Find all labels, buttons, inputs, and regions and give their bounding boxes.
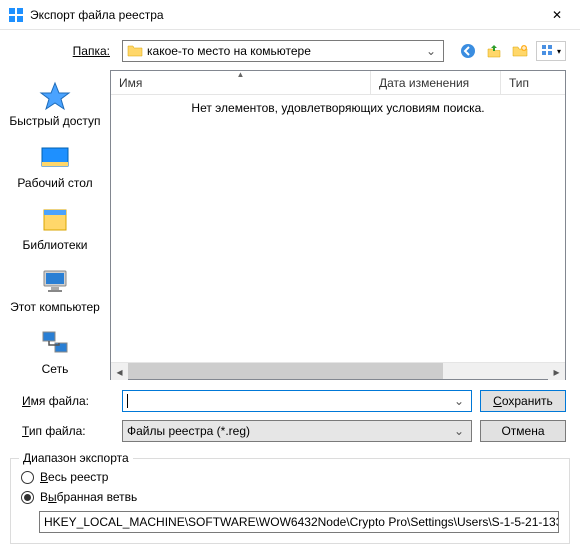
chevron-down-icon: ▾ <box>557 47 561 56</box>
titlebar: Экспорт файла реестра ✕ <box>0 0 580 30</box>
folder-icon <box>127 43 143 59</box>
libraries-icon <box>39 204 71 236</box>
window-title: Экспорт файла реестра <box>30 8 534 22</box>
place-label: Рабочий стол <box>17 176 92 190</box>
empty-message: Нет элементов, удовлетворяющих условиям … <box>191 101 484 115</box>
export-range-group: Диапазон экспорта Весь реестр Выбранная … <box>10 458 570 544</box>
filename-input[interactable]: ⌄ <box>122 390 472 412</box>
filetype-row: Тип файла: Файлы реестра (*.reg) ⌄ Отмен… <box>14 416 566 446</box>
branch-path-value: HKEY_LOCAL_MACHINE\SOFTWARE\WOW6432Node\… <box>44 515 559 529</box>
chevron-down-icon: ⌄ <box>451 394 467 408</box>
file-list-header: Имя ▲ Дата изменения Тип <box>111 71 565 95</box>
branch-path-input[interactable]: HKEY_LOCAL_MACHINE\SOFTWARE\WOW6432Node\… <box>39 511 559 533</box>
place-network[interactable]: Сеть <box>0 322 110 382</box>
place-libraries[interactable]: Библиотеки <box>0 198 110 258</box>
horizontal-scrollbar[interactable]: ◂ ▸ <box>111 362 565 379</box>
folder-label: Папка: <box>14 44 114 58</box>
place-quick-access[interactable]: Быстрый доступ <box>0 74 110 134</box>
place-label: Быстрый доступ <box>9 114 100 128</box>
place-label: Библиотеки <box>22 238 87 252</box>
app-icon <box>8 7 24 23</box>
scroll-left-icon[interactable]: ◂ <box>111 363 128 380</box>
newfolder-button[interactable] <box>510 41 530 61</box>
radio-all-registry[interactable]: Весь реестр <box>21 467 559 487</box>
radio-icon <box>21 471 34 484</box>
column-type[interactable]: Тип <box>501 71 565 94</box>
chevron-down-icon: ⌄ <box>423 44 439 58</box>
column-name[interactable]: Имя ▲ <box>111 71 371 94</box>
main-area: Быстрый доступ Рабочий стол Библиотеки Э… <box>0 70 580 380</box>
filetype-combo[interactable]: Файлы реестра (*.reg) ⌄ <box>122 420 472 442</box>
place-desktop[interactable]: Рабочий стол <box>0 136 110 196</box>
close-button[interactable]: ✕ <box>534 0 580 30</box>
back-button[interactable] <box>458 41 478 61</box>
place-this-pc[interactable]: Этот компьютер <box>0 260 110 320</box>
form-rows: Имя файла: ⌄ Сохранить Тип файла: Файлы … <box>0 380 580 454</box>
folder-row: Папка: какое-то место на комьютере ⌄ ▾ <box>0 30 580 70</box>
filename-label: Имя файла: <box>14 394 114 408</box>
places-bar: Быстрый доступ Рабочий стол Библиотеки Э… <box>0 70 110 380</box>
cancel-button[interactable]: Отмена <box>480 420 566 442</box>
place-label: Сеть <box>42 362 69 376</box>
computer-icon <box>39 266 71 298</box>
filetype-label: Тип файла: <box>14 424 114 438</box>
desktop-icon <box>39 142 71 174</box>
close-icon: ✕ <box>552 8 562 22</box>
scroll-right-icon[interactable]: ▸ <box>548 363 565 380</box>
scroll-thumb[interactable] <box>128 363 443 379</box>
place-label: Этот компьютер <box>10 300 100 314</box>
filename-value <box>127 394 451 409</box>
star-icon <box>39 80 71 112</box>
folder-value: какое-то место на комьютере <box>147 44 423 58</box>
save-button[interactable]: Сохранить <box>480 390 566 412</box>
radio-selected-branch[interactable]: Выбранная ветвь <box>21 487 559 507</box>
chevron-down-icon: ⌄ <box>451 424 467 438</box>
network-icon <box>39 328 71 360</box>
radio-icon <box>21 491 34 504</box>
file-list: Имя ▲ Дата изменения Тип Нет элементов, … <box>110 70 566 380</box>
export-range-title: Диапазон экспорта <box>19 451 133 465</box>
file-list-body: Нет элементов, удовлетворяющих условиям … <box>111 95 565 362</box>
views-button[interactable]: ▾ <box>536 41 566 61</box>
sort-up-icon: ▲ <box>237 70 245 79</box>
column-date[interactable]: Дата изменения <box>371 71 501 94</box>
scroll-track[interactable] <box>128 363 548 379</box>
folder-combo[interactable]: какое-то место на комьютере ⌄ <box>122 40 444 62</box>
filetype-value: Файлы реестра (*.reg) <box>127 424 451 438</box>
filename-row: Имя файла: ⌄ Сохранить <box>14 386 566 416</box>
toolbar: ▾ <box>452 41 566 61</box>
up-button[interactable] <box>484 41 504 61</box>
